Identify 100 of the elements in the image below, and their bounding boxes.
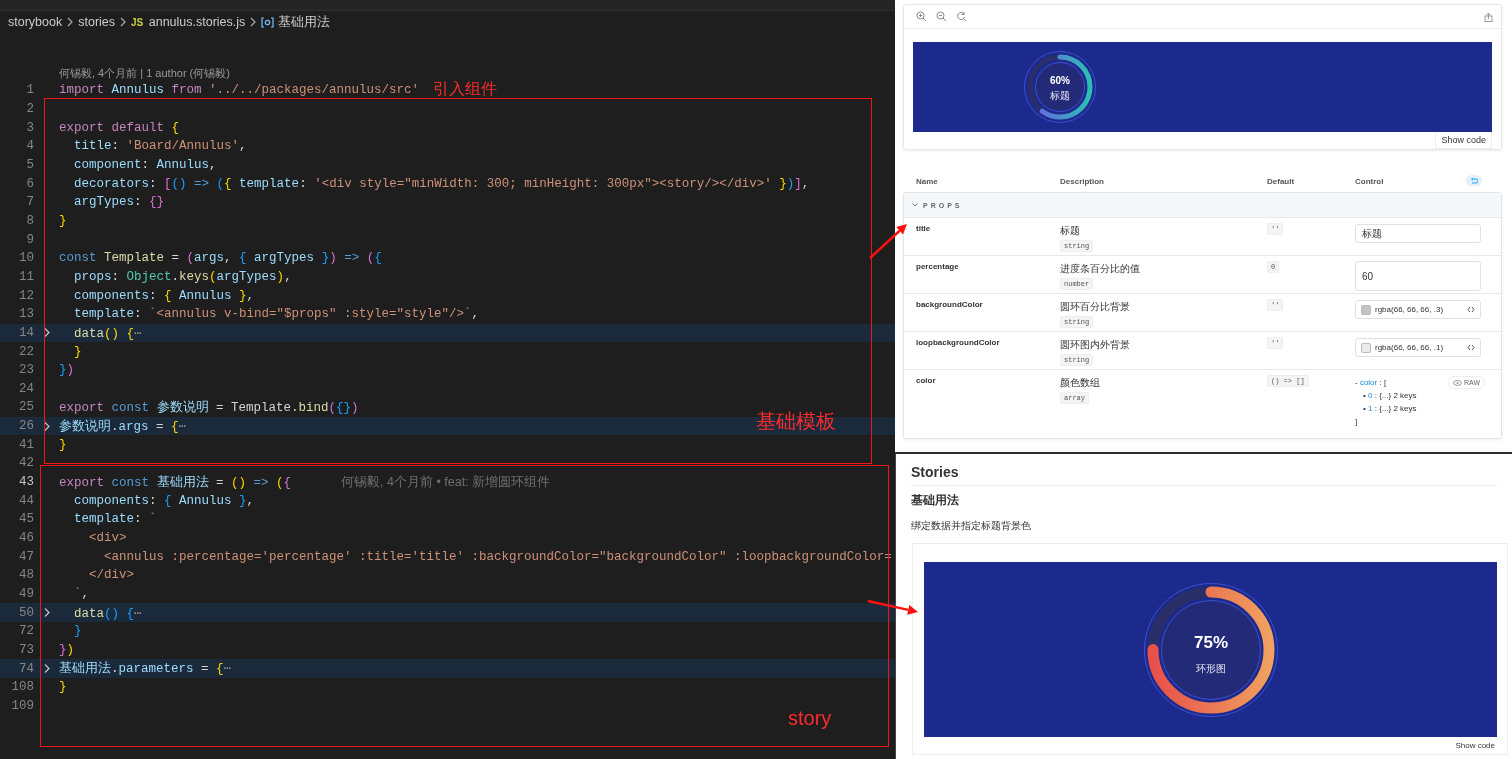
prop-name: loopbackgroundColor bbox=[916, 338, 1001, 349]
show-code-button[interactable]: Show code bbox=[1435, 132, 1492, 149]
line-number: 47 bbox=[18, 549, 34, 564]
story-description: 绑定数据并指定标题背景色 bbox=[911, 519, 1032, 533]
code-line: import Annulus from '../../packages/annulus/src' bbox=[59, 83, 420, 98]
tree-line: - color : [ bbox=[1355, 377, 1388, 389]
line-number: 45 bbox=[18, 512, 34, 527]
tree-line: • 1 : {...} 2 keys bbox=[1362, 403, 1418, 415]
story-title: 基础用法 bbox=[911, 492, 960, 509]
line-number: 3 bbox=[25, 120, 34, 135]
code-line: props: Object.keys(argTypes), bbox=[73, 269, 292, 284]
line-number: 13 bbox=[18, 307, 34, 322]
eye-icon bbox=[1452, 379, 1462, 386]
line-number: 8 bbox=[25, 213, 34, 228]
undo-icon[interactable] bbox=[1466, 175, 1482, 186]
color-swatch[interactable] bbox=[1361, 342, 1371, 353]
line-number: 109 bbox=[10, 699, 34, 713]
line-number: 73 bbox=[18, 643, 34, 657]
code-line: 参数说明.args = {⋯ bbox=[59, 418, 187, 435]
line-number: 48 bbox=[18, 568, 34, 583]
code-line: } bbox=[59, 437, 67, 452]
line-number: 1 bbox=[25, 83, 34, 98]
code-line: const Template = (args, { argTypes }) => ({ bbox=[59, 251, 382, 266]
prop-description: 进度条百分比的值 bbox=[1060, 262, 1140, 276]
line-number: 2 bbox=[25, 102, 34, 116]
color-value: rgba(66, 66, 66, .1) bbox=[1375, 343, 1444, 352]
annotation-arrow bbox=[869, 224, 907, 259]
code-line: export default { bbox=[59, 120, 180, 135]
code-line: argTypes: {} bbox=[73, 195, 165, 210]
prop-description: 颜色数组 bbox=[1060, 376, 1100, 390]
codelens-text[interactable]: 何锡毅, 4个月前 | 1 author (何锡毅) bbox=[59, 65, 230, 81]
prop-name: percentage bbox=[916, 262, 960, 273]
number-field[interactable]: 60 bbox=[1355, 261, 1481, 291]
zoom-in-icon[interactable] bbox=[916, 11, 927, 23]
line-number: 42 bbox=[18, 456, 34, 471]
annotation-label: 基础模板 bbox=[756, 409, 836, 434]
tree-line: • 0 : {...} 2 keys bbox=[1362, 390, 1418, 402]
line-number: 25 bbox=[18, 400, 34, 415]
prop-description: 圆环图内外背景 bbox=[1060, 338, 1130, 352]
zoom-out-icon[interactable] bbox=[936, 11, 947, 23]
prop-name: title bbox=[916, 224, 932, 235]
annotation-arrow bbox=[867, 599, 918, 615]
code-icon[interactable] bbox=[1467, 306, 1475, 313]
code-line: component: Annulus, bbox=[73, 157, 217, 172]
code-line: template: ` bbox=[73, 512, 157, 527]
share-icon[interactable] bbox=[1484, 11, 1493, 22]
fold-chevron-icon[interactable] bbox=[42, 327, 51, 339]
color-value: rgba(66, 66, 66, .3) bbox=[1375, 305, 1444, 314]
line-number: 23 bbox=[18, 363, 34, 378]
breadcrumb-item[interactable]: stories bbox=[78, 15, 116, 29]
line-number: 10 bbox=[18, 251, 34, 266]
tree-line: ] bbox=[1355, 416, 1359, 428]
line-number: 108 bbox=[10, 680, 34, 695]
line-number: 9 bbox=[25, 232, 34, 247]
code-line: data() {⋯ bbox=[73, 325, 142, 341]
code-line: } bbox=[73, 624, 82, 639]
ring-label: 环形图 bbox=[1195, 662, 1226, 674]
code-line: template: `<annulus v-bind="$props" :style="style"/>`, bbox=[73, 307, 480, 322]
line-number: 74 bbox=[18, 661, 34, 676]
code-line: }) bbox=[59, 363, 75, 378]
breadcrumb-item[interactable]: JS annulus.stories.js bbox=[131, 15, 246, 29]
annotation-label: 引入组件 bbox=[433, 79, 497, 99]
fold-chevron-icon[interactable] bbox=[42, 663, 51, 675]
line-number: 22 bbox=[18, 344, 34, 359]
line-number: 12 bbox=[18, 288, 34, 303]
breadcrumb-item[interactable]: 基础用法 bbox=[278, 13, 331, 31]
reset-zoom-icon[interactable] bbox=[956, 11, 967, 23]
line-number: 7 bbox=[25, 195, 34, 210]
code-line: export const 基础用法 = () => ({ bbox=[59, 474, 292, 491]
chevron-right-icon bbox=[66, 17, 75, 27]
line-number: 26 bbox=[18, 419, 34, 434]
fold-chevron-icon[interactable] bbox=[42, 607, 51, 619]
line-number: 11 bbox=[18, 269, 34, 284]
line-number: 14 bbox=[18, 325, 34, 340]
line-number: 4 bbox=[25, 139, 34, 154]
line-number: 6 bbox=[25, 176, 34, 191]
text-field[interactable]: 标题 bbox=[1355, 224, 1481, 243]
code-line: </div> bbox=[88, 568, 134, 583]
breadcrumb-item[interactable]: storybook bbox=[8, 15, 63, 29]
line-number: 49 bbox=[18, 587, 34, 602]
color-field[interactable]: rgba(66, 66, 66, .3) bbox=[1355, 300, 1481, 319]
fold-chevron-icon[interactable] bbox=[42, 420, 51, 432]
column-header: Name bbox=[916, 176, 938, 186]
code-line: } bbox=[59, 213, 67, 228]
line-number: 43 bbox=[18, 475, 34, 490]
column-header: Default bbox=[1267, 176, 1295, 186]
line-number: 24 bbox=[18, 381, 34, 396]
prop-name: color bbox=[916, 376, 937, 387]
color-field[interactable]: rgba(66, 66, 66, .1) bbox=[1355, 338, 1481, 357]
line-number: 41 bbox=[18, 437, 34, 452]
symbol-icon bbox=[261, 16, 275, 28]
line-number: 5 bbox=[25, 157, 34, 172]
color-swatch[interactable] bbox=[1361, 304, 1371, 315]
ring-value: 60% bbox=[1050, 75, 1070, 87]
code-icon[interactable] bbox=[1467, 344, 1475, 351]
code-line: title: 'Board/Annulus', bbox=[73, 139, 247, 154]
prop-description: 标题 bbox=[1060, 224, 1080, 238]
column-header: Description bbox=[1060, 176, 1104, 186]
prop-description: 圆环百分比背景 bbox=[1060, 300, 1130, 314]
line-number: 50 bbox=[18, 605, 34, 620]
